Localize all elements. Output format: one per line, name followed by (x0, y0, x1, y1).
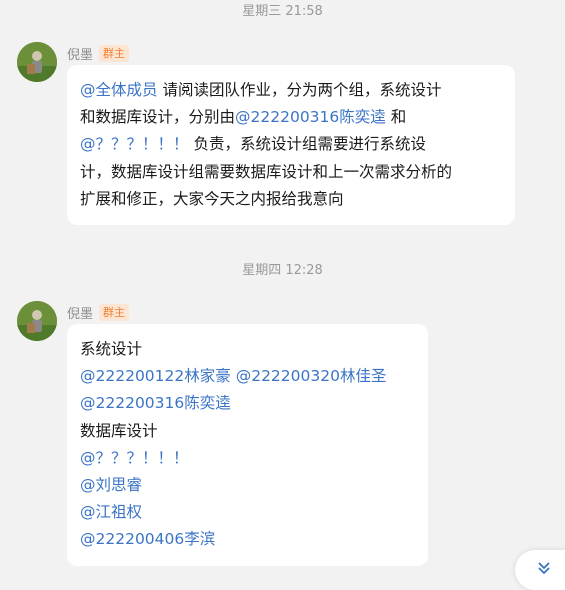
message-line: 系统设计 (80, 336, 415, 363)
message-line: @江祖权 (80, 499, 415, 526)
timestamp: 星期四 12:28 (242, 263, 323, 278)
message-line: 计，数据库设计组需要数据库设计和上一次需求分析的 (80, 159, 502, 186)
sender-info: 倪墨 群主 (67, 302, 130, 322)
message-bubble[interactable]: 系统设计 @222200122林家豪 @222200320林佳圣 @22220031… (67, 324, 428, 566)
message-line: 和数据库设计，分别由@222200316陈奕逵 和 (80, 104, 502, 131)
double-chevron-down-icon (538, 562, 550, 575)
mention-link[interactable]: @？？？！！！ (80, 449, 189, 467)
scroll-to-bottom-button[interactable] (515, 550, 565, 590)
message-text: 负责，系统设计组需要进行系统设 (188, 135, 426, 154)
mention-link[interactable]: @222200316陈奕逵 (235, 108, 386, 126)
sender-name[interactable]: 倪墨 (67, 44, 93, 63)
timestamp: 星期三 21:58 (242, 4, 323, 19)
message-bubble[interactable]: @全体成员 请阅读团队作业，分为两个组，系统设计 和数据库设计，分别由@22220… (67, 65, 515, 226)
avatar-image (17, 42, 57, 82)
message-text: 请阅读团队作业，分为两个组，系统设计 (157, 81, 442, 99)
message-text: 数据库设计 (80, 421, 158, 440)
message-line: 数据库设计 (80, 418, 415, 445)
message-text: 系统设计 (80, 340, 143, 358)
mention-link[interactable]: @222200122林家豪 (80, 367, 231, 385)
message-text: 和数据库设计，分别由 (80, 108, 236, 127)
mention-link[interactable]: @222200316陈奕逵 (80, 394, 231, 412)
avatar-image (17, 301, 57, 341)
mention-link[interactable]: @全体成员 (80, 81, 158, 99)
role-badge: 群主 (99, 44, 130, 62)
message-line: @？？？！！！ (80, 445, 415, 472)
message-line: @222200122林家豪 @222200320林佳圣 (80, 363, 415, 390)
avatar[interactable] (17, 301, 57, 341)
message-text: 扩展和修正，大家今天之内报给我意向 (80, 189, 344, 208)
message-line: @222200406李滨 (80, 526, 415, 553)
avatar[interactable] (17, 42, 57, 82)
role-badge: 群主 (99, 303, 130, 321)
message-line: 扩展和修正，大家今天之内报给我意向 (80, 186, 502, 213)
mention-link[interactable]: @江祖权 (80, 503, 142, 521)
message-line: @刘思睿 (80, 472, 415, 499)
mention-link[interactable]: @？？？！！！ (80, 135, 189, 153)
message-line: @全体成员 请阅读团队作业，分为两个组，系统设计 (80, 77, 502, 104)
mention-link[interactable]: @222200406李滨 (80, 530, 215, 548)
message-line: @？？？！！！ 负责，系统设计组需要进行系统设 (80, 131, 502, 158)
sender-info: 倪墨 群主 (67, 43, 130, 63)
message-text: 和 (385, 108, 407, 127)
sender-name[interactable]: 倪墨 (67, 303, 93, 322)
message-line: @222200316陈奕逵 (80, 390, 415, 417)
message-text: 计，数据库设计组需要数据库设计和上一次需求分析的 (80, 162, 453, 181)
mention-link[interactable]: @222200320林佳圣 (236, 367, 387, 385)
mention-link[interactable]: @刘思睿 (80, 476, 142, 494)
